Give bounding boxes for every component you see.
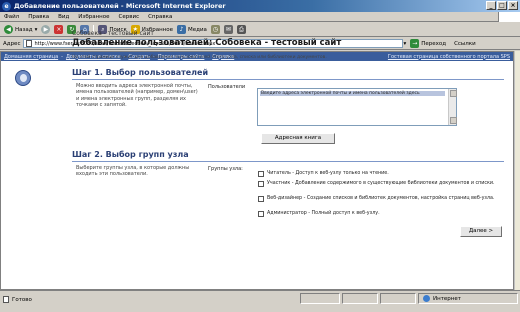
status-text: Готово — [12, 296, 32, 303]
step1-help: Можно вводить адреса электронной почты, … — [76, 83, 198, 108]
status-bar: Готово Интернет — [0, 290, 520, 312]
history-button[interactable]: ◷ — [210, 25, 220, 34]
step2-title: Шаг 2. Выбор групп узла — [72, 150, 189, 159]
web-designer-label: Веб-дизайнер - Создание списков и библио… — [267, 196, 495, 201]
minimize-button[interactable]: _ — [486, 1, 496, 10]
web-designer-checkbox[interactable] — [258, 196, 264, 202]
nav-home[interactable]: Домашняя страница — [4, 54, 58, 60]
back-label: Назад — [15, 26, 33, 33]
menu-help[interactable]: Справка — [148, 14, 172, 20]
menu-edit[interactable]: Правка — [28, 14, 49, 20]
reader-checkbox[interactable] — [258, 171, 264, 177]
users-scrollbar[interactable] — [448, 89, 457, 125]
address-book-button[interactable]: Адресная книга — [261, 133, 335, 144]
back-button[interactable]: ◀ Назад ▾ — [4, 25, 37, 34]
breadcrumb[interactable]: Собовека - тестовый сайт — [72, 30, 154, 37]
page-description: На этой странице служит для добавления п… — [72, 55, 327, 60]
chevron-down-icon: ▾ — [34, 26, 38, 33]
menu-file[interactable]: Файл — [4, 14, 19, 20]
address-label: Адрес — [3, 40, 21, 47]
page-title: Добавление пользователей: Собовека - тес… — [72, 38, 342, 48]
status-cell — [342, 293, 378, 304]
menu-favorites[interactable]: Избранное — [78, 14, 109, 20]
step2-help: Выберите группы узла, в которые должны в… — [76, 165, 190, 178]
page-icon — [3, 296, 9, 303]
divider — [72, 161, 504, 162]
back-arrow-icon: ◀ — [4, 25, 13, 34]
group-option-reader[interactable]: Читатель - Доступ к веб-узлу только на ч… — [258, 171, 498, 177]
groups-label: Группы узла: — [208, 166, 243, 172]
links-button[interactable]: Ссылки — [454, 41, 476, 47]
media-label: Медиа — [188, 26, 207, 33]
contributor-label: Участник - Добавление содержимого в суще… — [267, 181, 495, 186]
group-option-administrator[interactable]: Администратор - Полный доступ к веб-узлу… — [258, 211, 498, 217]
divider — [72, 79, 504, 80]
windows-logo-icon — [498, 12, 520, 22]
status-cell — [380, 293, 416, 304]
users-value: Введите адреса электронной почты и имена… — [260, 91, 445, 97]
print-button[interactable]: ⎙ — [236, 25, 246, 34]
window-controls: _ □ × — [486, 1, 518, 10]
page-icon — [26, 40, 33, 47]
chevron-down-icon[interactable]: ▾ — [403, 41, 406, 47]
menu-bar: Файл Правка Вид Избранное Сервис Справка — [0, 12, 520, 22]
step1-title: Шаг 1. Выбор пользователей — [72, 68, 209, 77]
menu-tools[interactable]: Сервис — [119, 14, 140, 20]
window-title-bar: e Добавление пользователей - Microsoft I… — [0, 0, 520, 12]
next-button[interactable]: Далее > — [460, 226, 502, 237]
administrator-checkbox[interactable] — [258, 211, 264, 217]
status-cell — [300, 293, 340, 304]
page-scrollbar[interactable] — [514, 51, 520, 290]
security-zone: Интернет — [418, 293, 518, 304]
ie-logo-icon: e — [2, 1, 11, 11]
zone-label: Интернет — [433, 295, 461, 302]
go-button[interactable]: → Переход — [410, 39, 446, 48]
menu-view[interactable]: Вид — [58, 14, 69, 20]
status-text-group: Готово — [3, 296, 32, 303]
group-option-web-designer[interactable]: Веб-дизайнер - Создание списков и библио… — [258, 196, 498, 202]
site-logo-icon — [15, 70, 31, 86]
administrator-label: Администратор - Полный доступ к веб-узлу… — [267, 211, 380, 216]
nav-portal-link[interactable]: Гостевая страница собственного портала S… — [388, 54, 510, 60]
forward-button[interactable]: ▶ — [41, 25, 51, 34]
reader-label: Читатель - Доступ к веб-узлу только на ч… — [267, 171, 389, 176]
media-icon: ♪ — [177, 25, 187, 34]
media-button[interactable]: ♪ Медиа — [177, 25, 207, 34]
mail-button[interactable]: ✉ — [223, 25, 233, 34]
window-title: Добавление пользователей - Microsoft Int… — [14, 2, 226, 10]
users-input[interactable]: Введите адреса электронной почты и имена… — [257, 88, 457, 126]
close-button[interactable]: × — [508, 1, 518, 10]
maximize-button[interactable]: □ — [497, 1, 507, 10]
users-label: Пользователи — [208, 84, 246, 90]
group-option-contributor[interactable]: Участник - Добавление содержимого в суще… — [258, 181, 498, 187]
go-arrow-icon: → — [410, 39, 420, 48]
go-label: Переход — [421, 40, 447, 47]
contributor-checkbox[interactable] — [258, 181, 264, 187]
globe-icon — [423, 295, 430, 302]
stop-button[interactable]: × — [54, 25, 64, 34]
